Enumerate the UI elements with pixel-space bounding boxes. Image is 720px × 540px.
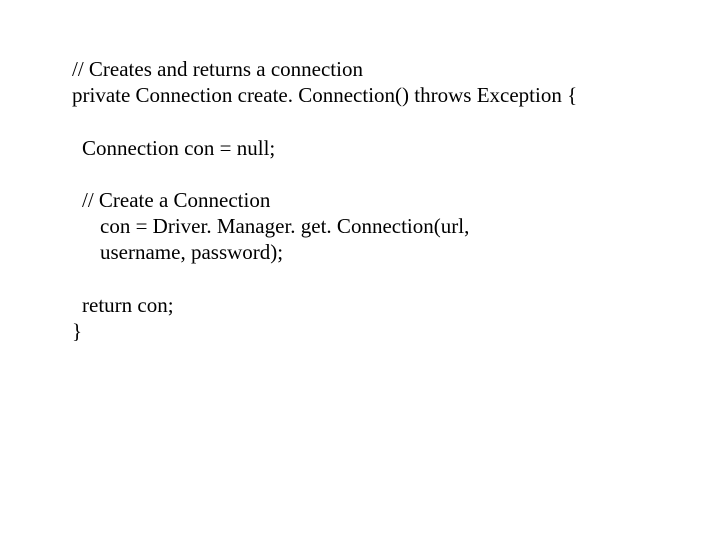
code-line: } (72, 318, 680, 344)
code-line: return con; (82, 292, 680, 318)
blank-line (72, 161, 680, 187)
code-line: // Create a Connection (82, 187, 680, 213)
code-line: // Creates and returns a connection (72, 56, 680, 82)
code-block: // Creates and returns a connection priv… (0, 0, 720, 344)
blank-line (72, 266, 680, 292)
blank-line (72, 109, 680, 135)
code-line: con = Driver. Manager. get. Connection(u… (100, 213, 680, 239)
code-line: Connection con = null; (82, 135, 680, 161)
code-line: username, password); (100, 239, 680, 265)
code-line: private Connection create. Connection() … (72, 82, 680, 108)
